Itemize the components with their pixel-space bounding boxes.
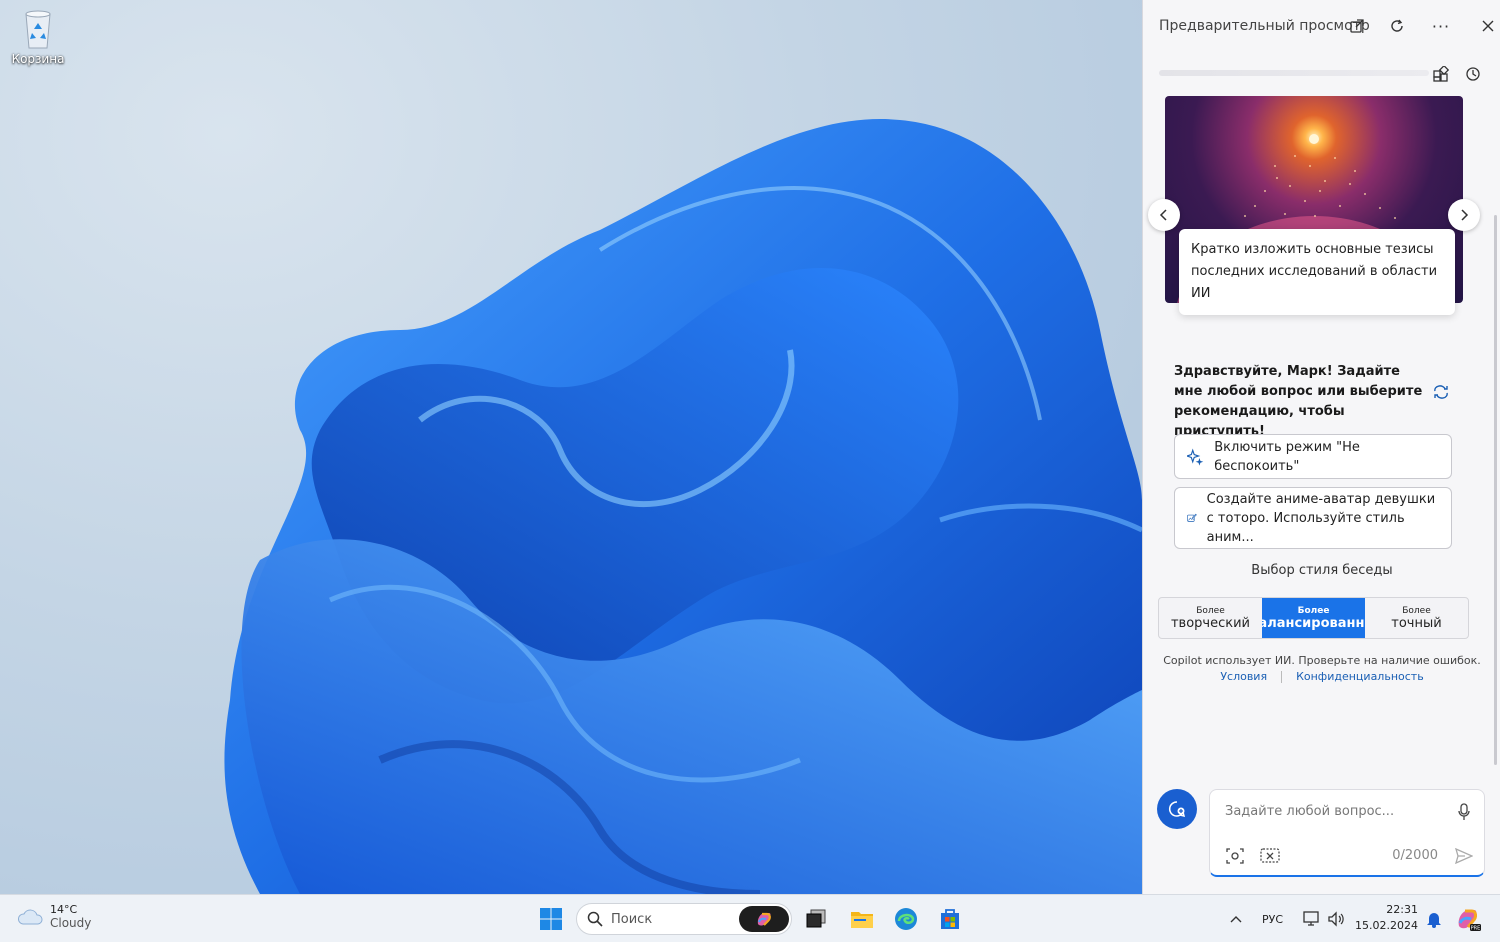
wallpaper-bloom [224,119,1142,894]
style-big-label: сбалансированный [1262,615,1365,631]
refresh-button[interactable] [1383,12,1411,40]
style-creative-option[interactable]: Более творческий [1159,598,1262,638]
disclaimer-text: Copilot использует ИИ. Проверьте на нали… [1163,654,1481,667]
more-icon: ··· [1431,16,1451,36]
open-external-button[interactable] [1343,12,1371,40]
recycle-bin-label: Корзина [11,52,65,66]
start-button[interactable] [535,903,567,935]
suggestion-card-prompt[interactable]: Кратко изложить основные тезисы последни… [1179,229,1455,315]
recycle-bin-shortcut[interactable]: Корзина [8,8,68,66]
copilot-search-highlight[interactable] [739,906,789,932]
conversation-style-title: Выбор стиля беседы [1251,563,1393,578]
terms-link[interactable]: Условия [1220,670,1267,683]
more-options-button[interactable]: ··· [1427,12,1455,40]
plugins-button[interactable] [1427,60,1455,88]
blurred-header-line [1159,70,1429,76]
monitor-network-icon [1303,911,1319,926]
history-icon [1466,67,1480,81]
cloud-icon [17,909,43,924]
edge-icon [895,908,917,930]
weather-widget[interactable]: 14°C Cloudy [16,903,91,930]
style-small-label: Более [1402,605,1431,616]
new-chat-icon [1168,801,1186,818]
microsoft-store-button[interactable] [934,903,966,935]
privacy-link[interactable]: Конфиденциальность [1296,670,1424,683]
copilot-taskbar-button[interactable]: PRE [1452,903,1484,935]
carousel-next-button[interactable] [1448,199,1480,231]
conversation-style-selector: Более творческий Более сбалансированный … [1158,597,1469,639]
bell-icon [1427,913,1441,928]
new-topic-button[interactable] [1157,789,1197,829]
send-button[interactable] [1452,844,1476,868]
style-big-label: творческий [1170,615,1250,631]
screenshot-button[interactable] [1258,844,1282,868]
taskbar-search[interactable]: Поиск [576,903,792,935]
carousel-prev-button[interactable] [1148,199,1180,231]
chat-input-placeholder: Задайте любой вопрос... [1225,804,1395,819]
plugins-icon [1433,66,1449,82]
add-image-button[interactable] [1223,844,1247,868]
weather-description: Cloudy [50,916,92,930]
microphone-button[interactable] [1452,800,1476,824]
style-small-label: Более [1196,605,1225,616]
suggestion-label: Включить режим "Не беспокоить" [1214,439,1360,474]
suggestion-avatar-button[interactable]: Создайте аниме-аватар девушки с тоторо. … [1174,487,1452,549]
volume-button[interactable] [1321,903,1353,935]
snip-icon [1260,848,1280,863]
copilot-icon [757,912,771,926]
clock-date: 15.02.2024 [1355,919,1418,932]
chevron-right-icon [1461,209,1469,221]
chat-input-box[interactable]: Задайте любой вопрос... 0/2000 [1209,789,1485,877]
send-icon [1455,848,1473,864]
suggestion-dnd-button[interactable]: Включить режим "Не беспокоить" [1174,434,1452,479]
greeting-text: Здравствуйте, Марк! Задайте мне любой во… [1174,364,1423,439]
svg-text:PRE: PRE [1471,926,1481,932]
style-small-label: Более [1297,605,1330,616]
clock[interactable]: 22:31 15.02.2024 [1352,902,1418,934]
language-indicator[interactable]: РУС [1262,895,1283,942]
chevron-up-icon [1230,916,1242,923]
store-icon [941,909,959,929]
chevron-left-icon [1159,209,1167,221]
open-external-icon [1350,19,1364,33]
speaker-icon [1328,911,1344,927]
task-view-button[interactable] [800,903,832,935]
cycle-icon [1434,385,1448,399]
windows-logo-icon [540,908,562,930]
suggestion-label: Создайте аниме-аватар девушки с тоторо. … [1206,491,1436,545]
style-balanced-option[interactable]: Более сбалансированный [1262,598,1365,638]
search-icon [587,911,603,927]
panel-title: Предварительный просмотр [1159,18,1370,34]
char-counter: 0/2000 [1392,848,1438,863]
weather-temperature: 14°C [50,903,78,916]
refresh-suggestions-button[interactable] [1427,378,1455,406]
recycle-bin-icon [18,8,58,50]
link-divider [1281,671,1283,683]
clock-time: 22:31 [1386,903,1418,916]
edge-browser-button[interactable] [890,903,922,935]
image-edit-icon [1187,513,1197,522]
close-icon [1482,20,1494,32]
taskbar: 14°C Cloudy Поиск РУС 22:31 15.02.2024 P… [0,894,1500,942]
notifications-button[interactable] [1418,903,1450,935]
camera-scan-icon [1226,848,1244,864]
legal-links: Условия Конфиденциальность [1143,670,1500,683]
close-panel-button[interactable] [1474,12,1500,40]
language-label: РУС [1262,912,1284,926]
style-precise-option[interactable]: Более точный [1365,598,1468,638]
style-big-label: точный [1391,615,1442,631]
refresh-icon [1391,19,1403,32]
panel-scrollbar[interactable] [1494,215,1497,765]
history-button[interactable] [1459,60,1487,88]
desktop: Корзина [0,0,1142,894]
folder-icon [851,912,873,928]
search-label: Поиск [611,911,653,927]
file-explorer-button[interactable] [846,903,878,935]
task-view-icon [806,909,826,928]
show-hidden-icons-button[interactable] [1220,903,1252,935]
copilot-panel: Предварительный просмотр ··· Кратко изло… [1142,0,1500,894]
copilot-pre-icon: PRE [1458,909,1481,932]
sparkle-icon [1187,447,1204,466]
microphone-icon [1458,803,1470,820]
